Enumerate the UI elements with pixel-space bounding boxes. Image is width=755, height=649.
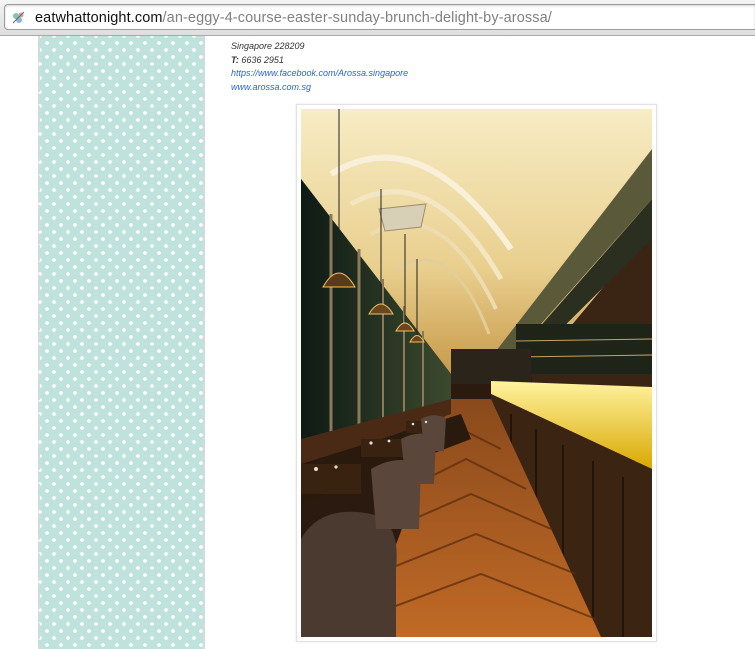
page-content: Singapore 228209 T: 6636 2951 https://ww… bbox=[0, 36, 755, 649]
browser-address-bar: eatwhattonight.com/an-eggy-4-course-east… bbox=[0, 0, 755, 36]
phone-number: 6636 2951 bbox=[241, 54, 284, 65]
polka-dot-sidebar bbox=[38, 36, 205, 649]
url-text[interactable]: eatwhattonight.com/an-eggy-4-course-east… bbox=[35, 9, 552, 27]
address-line: Singapore 228209 bbox=[231, 41, 305, 51]
website-link[interactable]: www.arossa.com.sg bbox=[231, 81, 408, 95]
site-favicon-icon bbox=[11, 10, 26, 25]
restaurant-photo-frame bbox=[296, 104, 657, 642]
facebook-link[interactable]: https://www.facebook.com/Arossa.singapor… bbox=[231, 67, 408, 81]
phone-line: T: 6636 2951 bbox=[231, 54, 408, 68]
url-path: /an-eggy-4-course-easter-sunday-brunch-d… bbox=[162, 10, 552, 26]
url-field[interactable]: eatwhattonight.com/an-eggy-4-course-east… bbox=[4, 4, 755, 30]
phone-label: T: bbox=[231, 54, 239, 65]
url-domain: eatwhattonight.com bbox=[35, 10, 163, 26]
restaurant-contact-info: Singapore 228209 T: 6636 2951 https://ww… bbox=[231, 40, 408, 94]
restaurant-interior-photo[interactable] bbox=[301, 109, 652, 637]
